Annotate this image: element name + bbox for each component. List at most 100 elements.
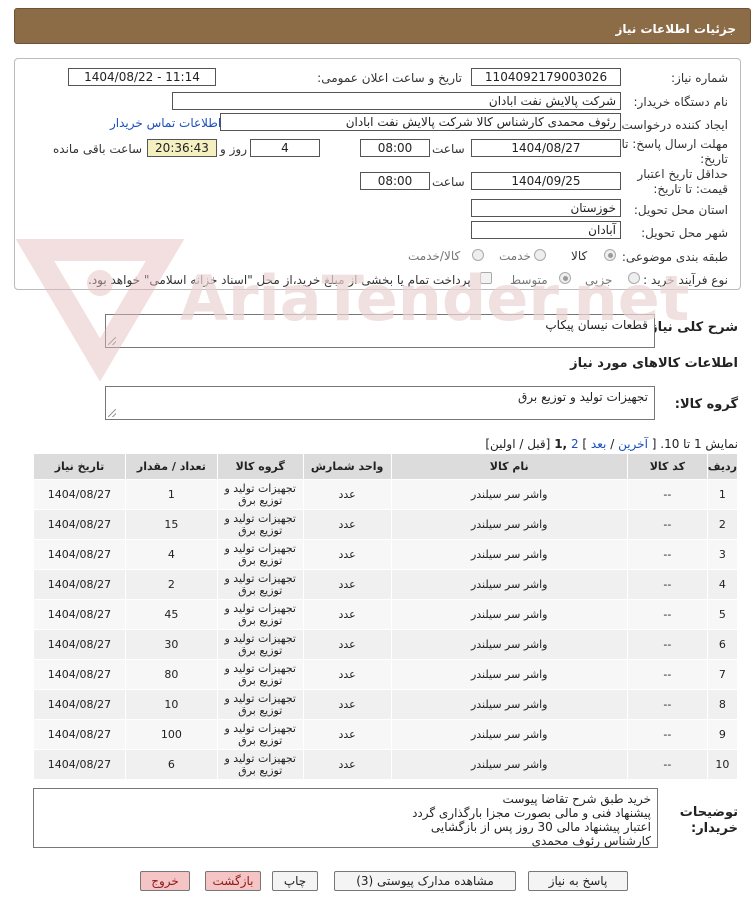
reply-button[interactable]: پاسخ به نیاز xyxy=(528,871,628,891)
col-qty: تعداد / مقدار xyxy=(124,453,218,480)
pagination-slash: / xyxy=(610,437,615,451)
cell-group: تجهیزات تولید و توزیع برق xyxy=(216,659,304,690)
validity-time-label: ساعت xyxy=(432,175,465,189)
cell-row: 4 xyxy=(706,569,739,600)
cell-qty: 80 xyxy=(124,659,218,690)
cell-row: 8 xyxy=(706,689,739,720)
pagination-page-2[interactable]: 2 xyxy=(571,437,579,451)
deadline-time-label: ساعت xyxy=(432,142,465,156)
category-both-radio[interactable] xyxy=(472,249,484,261)
process-label: نوع فرآیند خرید : xyxy=(643,273,728,287)
cell-code: -- xyxy=(626,659,708,690)
table-row: 10 -- واشر سر سیلندر عدد تجهیزات تولید و توزی… xyxy=(33,749,739,780)
cell-code: -- xyxy=(626,539,708,570)
table-row: 9 -- واشر سر سیلندر عدد تجهیزات تولید و توزیع… xyxy=(33,719,739,750)
cell-group-line: تجهیزات تولید و xyxy=(224,601,296,615)
cell-qty: 6 xyxy=(124,749,218,780)
creator-field: رئوف محمدی کارشناس کالا شرکت پالایش نفت … xyxy=(220,113,621,131)
table-row: 7 -- واشر سر سیلندر عدد تجهیزات تولید و توزیع… xyxy=(33,659,739,690)
buyer-notes-line: پیشنهاد فنی و مالی بصورت مجزا بارگذاری گ… xyxy=(412,806,651,820)
cell-group: تجهیزات تولید و توزیع برق xyxy=(216,599,304,630)
cell-group-line: تجهیزات تولید و xyxy=(224,571,296,585)
cell-group: تجهیزات تولید و توزیع برق xyxy=(216,509,304,540)
announce-value: 1404/08/22 - 11:14 xyxy=(84,70,200,84)
pagination-prefix: نمایش 1 تا 10. [ xyxy=(651,437,738,451)
cell-unit: عدد xyxy=(302,659,392,690)
category-goods-label: کالا xyxy=(571,249,588,263)
col-unit: واحد شمارش xyxy=(302,453,392,480)
resize-grip[interactable] xyxy=(108,409,116,417)
cell-group-line: توزیع برق xyxy=(238,703,283,717)
cell-date: 1404/08/27 xyxy=(33,719,126,750)
cell-code: -- xyxy=(626,569,708,600)
cell-name: واشر سر سیلندر xyxy=(390,479,628,510)
buyer-org-label: نام دستگاه خریدار: xyxy=(633,95,729,109)
cell-code: -- xyxy=(626,749,708,780)
cell-group-line: تجهیزات تولید و xyxy=(224,511,296,525)
category-service-label: خدمت xyxy=(499,249,531,263)
category-both-label: کالا/خدمت xyxy=(408,249,461,263)
validity-label-2: قیمت: تا تاریخ: xyxy=(653,182,728,196)
cell-date: 1404/08/27 xyxy=(33,509,126,540)
resize-grip[interactable] xyxy=(108,337,116,345)
table-row: 8 -- واشر سر سیلندر عدد تجهیزات تولید و توزیع… xyxy=(33,689,739,720)
cell-group-line: تجهیزات تولید و xyxy=(224,481,296,495)
description-text: قطعات نیسان پیکاپ xyxy=(545,318,648,332)
cell-code: -- xyxy=(626,629,708,660)
pagination-separator: ] xyxy=(582,437,588,451)
table-row: 1 -- واشر سر سیلندر عدد تجهیزات تولید و توزیع… xyxy=(33,479,739,510)
pagination-next-link[interactable]: بعد xyxy=(591,437,606,451)
cell-name: واشر سر سیلندر xyxy=(390,509,628,540)
attachments-button[interactable]: مشاهده مدارک پیوستی (3) xyxy=(334,871,516,891)
city-field: آبادان xyxy=(471,221,621,239)
category-label: طبقه بندی موضوعی: xyxy=(621,250,728,264)
buyer-notes-label-2: خریدار: xyxy=(691,821,738,836)
buyer-notes-line: خرید طبق شرح تقاضا پیوست xyxy=(502,792,651,806)
cell-unit: عدد xyxy=(302,629,392,660)
buyer-notes-line: اعتبار پیشنهاد مالی 30 روز پس از بازگشای… xyxy=(430,820,651,834)
cell-row: 2 xyxy=(706,509,739,540)
table-row: 3 -- واشر سر سیلندر عدد تجهیزات تولید و توزیع… xyxy=(33,539,739,570)
days-field: 4 xyxy=(250,139,320,157)
cell-code: -- xyxy=(626,599,708,630)
cell-group-line: تجهیزات تولید و xyxy=(224,751,296,765)
col-group: گروه کالا xyxy=(216,453,304,480)
cell-qty: 15 xyxy=(124,509,218,540)
cell-group-line: توزیع برق xyxy=(238,583,283,597)
cell-name: واشر سر سیلندر xyxy=(390,629,628,660)
need-number-label: شماره نیاز: xyxy=(671,71,728,85)
items-table: ردیف کد کالا نام کالا واحد شمارش گروه کا… xyxy=(33,453,739,780)
cell-unit: عدد xyxy=(302,569,392,600)
cell-group-line: توزیع برق xyxy=(238,613,283,627)
cell-date: 1404/08/27 xyxy=(33,479,126,510)
pagination-last-link[interactable]: آخرین xyxy=(618,437,648,451)
cell-row: 7 xyxy=(706,659,739,690)
cell-name: واشر سر سیلندر xyxy=(390,599,628,630)
contact-buyer-link[interactable]: اطلاعات تماس خریدار xyxy=(110,116,221,130)
treasury-payment-checkbox[interactable] xyxy=(480,272,492,284)
cell-name: واشر سر سیلندر xyxy=(390,749,628,780)
cell-group: تجهیزات تولید و توزیع برق xyxy=(216,689,304,720)
category-service-radio[interactable] xyxy=(534,249,546,261)
cell-date: 1404/08/27 xyxy=(33,689,126,720)
cell-group: تجهیزات تولید و توزیع برق xyxy=(216,569,304,600)
print-button[interactable]: چاپ xyxy=(272,871,318,891)
cell-group-line: تجهیزات تولید و xyxy=(224,661,296,675)
cell-group-line: تجهیزات تولید و xyxy=(224,691,296,705)
description-label: شرح کلی نیاز: xyxy=(644,320,738,335)
cell-group-line: تجهیزات تولید و xyxy=(224,541,296,555)
cell-group-line: تجهیزات تولید و xyxy=(224,721,296,735)
category-goods-radio[interactable] xyxy=(604,249,616,261)
back-button[interactable]: بازگشت xyxy=(205,871,261,891)
cell-group-line: توزیع برق xyxy=(238,763,283,777)
table-header-row: ردیف کد کالا نام کالا واحد شمارش گروه کا… xyxy=(33,453,739,480)
cell-group-line: توزیع برق xyxy=(238,733,283,747)
col-date: تاریخ نیاز xyxy=(33,453,126,480)
process-minor-radio[interactable] xyxy=(628,272,640,284)
exit-button[interactable]: خروج xyxy=(140,871,190,891)
cell-group: تجهیزات تولید و توزیع برق xyxy=(216,539,304,570)
cell-name: واشر سر سیلندر xyxy=(390,569,628,600)
remaining-label: ساعت باقی مانده xyxy=(53,142,143,156)
process-medium-radio[interactable] xyxy=(559,272,571,284)
buyer-notes-line: کارشناس رئوف محمدی xyxy=(531,834,651,848)
